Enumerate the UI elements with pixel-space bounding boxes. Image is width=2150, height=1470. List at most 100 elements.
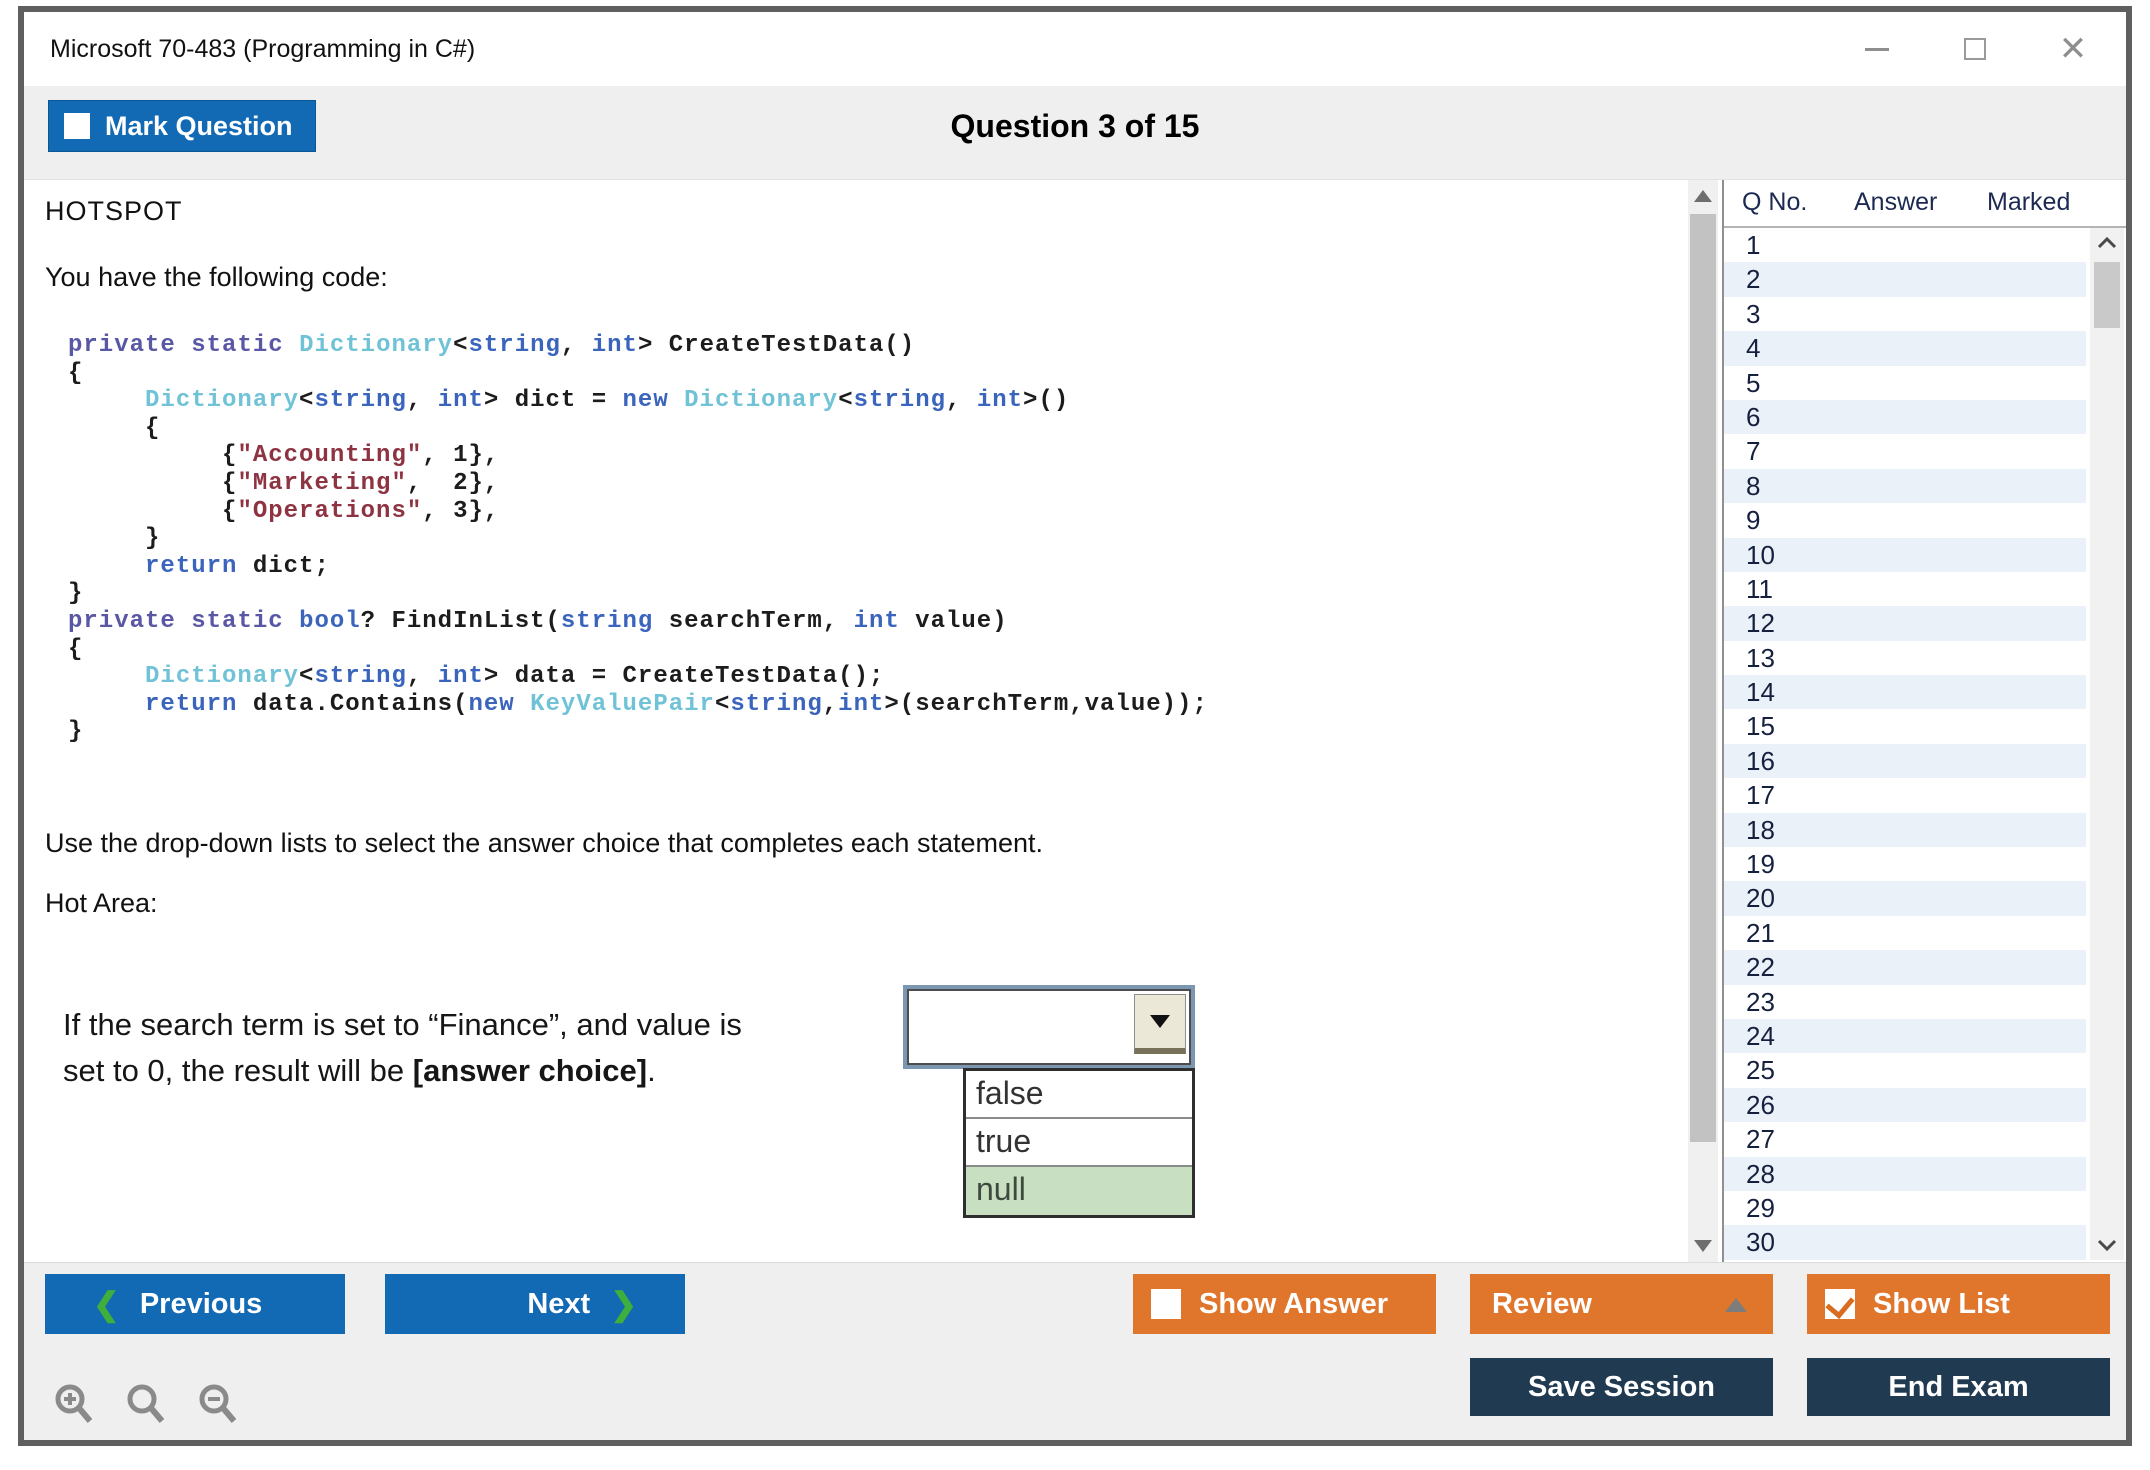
question-row-17[interactable]: 17 <box>1724 778 2086 813</box>
question-row-5[interactable]: 5 <box>1724 365 2086 400</box>
code-line: return dict; <box>145 552 330 580</box>
minimize-icon <box>1865 47 1889 51</box>
question-row-4[interactable]: 4 <box>1724 331 2086 366</box>
question-row-14[interactable]: 14 <box>1724 675 2086 710</box>
minimize-button[interactable] <box>1860 32 1894 66</box>
zoom-in-icon[interactable] <box>50 1381 98 1429</box>
question-row-10[interactable]: 10 <box>1724 537 2086 572</box>
code-line: private static bool? FindInList(string s… <box>68 607 1008 635</box>
chevron-up-icon[interactable] <box>2097 236 2117 250</box>
question-row-21[interactable]: 21 <box>1724 915 2086 951</box>
end-exam-label: End Exam <box>1888 1370 2029 1403</box>
question-row-7[interactable]: 7 <box>1724 434 2086 469</box>
scroll-up-arrow-icon[interactable] <box>1694 190 1712 202</box>
mark-question-button[interactable]: Mark Question <box>48 100 316 152</box>
titlebar: Microsoft 70-483 (Programming in C#) ✕ <box>24 12 2126 86</box>
save-session-button[interactable]: Save Session <box>1470 1358 1773 1416</box>
show-list-button[interactable]: Show List <box>1807 1274 2110 1334</box>
question-row-27[interactable]: 27 <box>1724 1122 2086 1157</box>
statement-text: If the search term is set to “Finance”, … <box>63 1002 742 1094</box>
question-row-11[interactable]: 11 <box>1724 571 2086 607</box>
question-row-6[interactable]: 6 <box>1724 399 2086 435</box>
dropdown-option-true[interactable]: true <box>966 1119 1192 1167</box>
next-button[interactable]: Next ❯ <box>385 1274 685 1334</box>
screen: Microsoft 70-483 (Programming in C#) ✕ Q… <box>0 0 2150 1470</box>
show-list-checkbox[interactable] <box>1825 1289 1855 1319</box>
statement-line2: set to 0, the result will be [answer cho… <box>63 1053 656 1088</box>
window-title: Microsoft 70-483 (Programming in C#) <box>50 34 476 63</box>
triangle-up-icon <box>1725 1298 1747 1312</box>
question-row-29[interactable]: 29 <box>1724 1190 2086 1226</box>
chevron-left-icon: ❮ <box>93 1286 120 1322</box>
show-answer-label: Show Answer <box>1199 1287 1389 1320</box>
code-line: } <box>68 718 84 746</box>
mark-question-checkbox[interactable] <box>64 113 90 139</box>
question-row-2[interactable]: 2 <box>1724 262 2086 297</box>
question-row-25[interactable]: 25 <box>1724 1053 2086 1088</box>
question-list-scrollbar-thumb[interactable] <box>2094 262 2120 328</box>
question-list-header: Q No. Answer Marked <box>1724 180 2126 228</box>
window-controls: ✕ <box>1860 12 2090 86</box>
question-row-20[interactable]: 20 <box>1724 881 2086 916</box>
main-scrollbar[interactable] <box>1688 180 1718 1262</box>
question-row-16[interactable]: 16 <box>1724 743 2086 779</box>
chevron-right-icon: ❯ <box>610 1286 637 1322</box>
question-list-scrollbar[interactable] <box>2090 228 2124 1260</box>
code-line: Dictionary<string, int> data = CreateTes… <box>145 663 885 691</box>
answer-choice-placeholder: [answer choice] <box>412 1053 648 1088</box>
review-label: Review <box>1492 1287 1592 1320</box>
question-row-13[interactable]: 13 <box>1724 640 2086 676</box>
question-list-panel: Q No. Answer Marked 1 2 3 4 5 6 7 8 9 10 11 12 13 14 1… <box>1722 180 2126 1262</box>
zoom-controls <box>50 1381 242 1429</box>
code-line: private static Dictionary<string, int> C… <box>68 332 916 359</box>
code-line: { <box>68 414 161 442</box>
footer-bar: ❮ Previous Next ❯ Show Answer Review Sho… <box>24 1262 2126 1440</box>
code-line: {"Accounting", 1}, <box>68 442 500 470</box>
main-scrollbar-thumb[interactable] <box>1690 214 1716 1142</box>
question-row-22[interactable]: 22 <box>1724 950 2086 985</box>
dropdown-option-list: false true null <box>963 1068 1195 1218</box>
statement-line1: If the search term is set to “Finance”, … <box>63 1007 742 1042</box>
column-q-no: Q No. <box>1742 188 1808 216</box>
hot-area-label: Hot Area: <box>45 888 158 918</box>
zoom-out-icon[interactable] <box>194 1381 242 1429</box>
code-block: private static Dictionary<string, int> C… <box>68 332 1208 746</box>
question-row-18[interactable]: 18 <box>1724 812 2086 848</box>
question-row-8[interactable]: 8 <box>1724 468 2086 504</box>
maximize-button[interactable] <box>1958 32 1992 66</box>
previous-button[interactable]: ❮ Previous <box>45 1274 345 1334</box>
question-row-3[interactable]: 3 <box>1724 296 2086 332</box>
chevron-down-icon <box>1150 1015 1170 1028</box>
answer-dropdown[interactable] <box>903 985 1195 1069</box>
chevron-down-icon[interactable] <box>2097 1238 2117 1252</box>
question-counter: Question 3 of 15 <box>950 108 1200 144</box>
show-list-label: Show List <box>1873 1287 2010 1320</box>
question-list: 1 2 3 4 5 6 7 8 9 10 11 12 13 14 15 16 17 18 19 20 21 22 23 24 2… <box>1724 228 2086 1260</box>
magnifier-icon[interactable] <box>122 1381 170 1429</box>
question-row-23[interactable]: 23 <box>1724 984 2086 1019</box>
question-row-9[interactable]: 9 <box>1724 503 2086 538</box>
dropdown-option-null[interactable]: null <box>966 1167 1192 1215</box>
exam-window: Microsoft 70-483 (Programming in C#) ✕ Q… <box>18 6 2132 1446</box>
close-button[interactable]: ✕ <box>2056 32 2090 66</box>
question-row-26[interactable]: 26 <box>1724 1087 2086 1123</box>
show-answer-button[interactable]: Show Answer <box>1133 1274 1436 1334</box>
question-intro: You have the following code: <box>45 262 388 292</box>
dropdown-open-button[interactable] <box>1134 994 1186 1054</box>
review-button[interactable]: Review <box>1470 1274 1773 1334</box>
question-row-19[interactable]: 19 <box>1724 847 2086 882</box>
dropdown-option-false[interactable]: false <box>966 1071 1192 1119</box>
question-row-12[interactable]: 12 <box>1724 606 2086 641</box>
question-row-28[interactable]: 28 <box>1724 1156 2086 1191</box>
show-answer-checkbox[interactable] <box>1151 1289 1181 1319</box>
question-row-30[interactable]: 30 <box>1724 1225 2086 1260</box>
scroll-down-arrow-icon[interactable] <box>1694 1240 1712 1252</box>
end-exam-button[interactable]: End Exam <box>1807 1358 2110 1416</box>
header-band: Question 3 of 15 Mark Question <box>24 86 2126 180</box>
close-icon: ✕ <box>2058 30 2088 68</box>
question-row-24[interactable]: 24 <box>1724 1018 2086 1054</box>
code-line: {"Operations", 3}, <box>68 497 500 525</box>
question-row-15[interactable]: 15 <box>1724 709 2086 744</box>
question-row-1[interactable]: 1 <box>1724 228 2086 263</box>
code-line: Dictionary<string, int> dict = new Dicti… <box>145 387 1070 415</box>
